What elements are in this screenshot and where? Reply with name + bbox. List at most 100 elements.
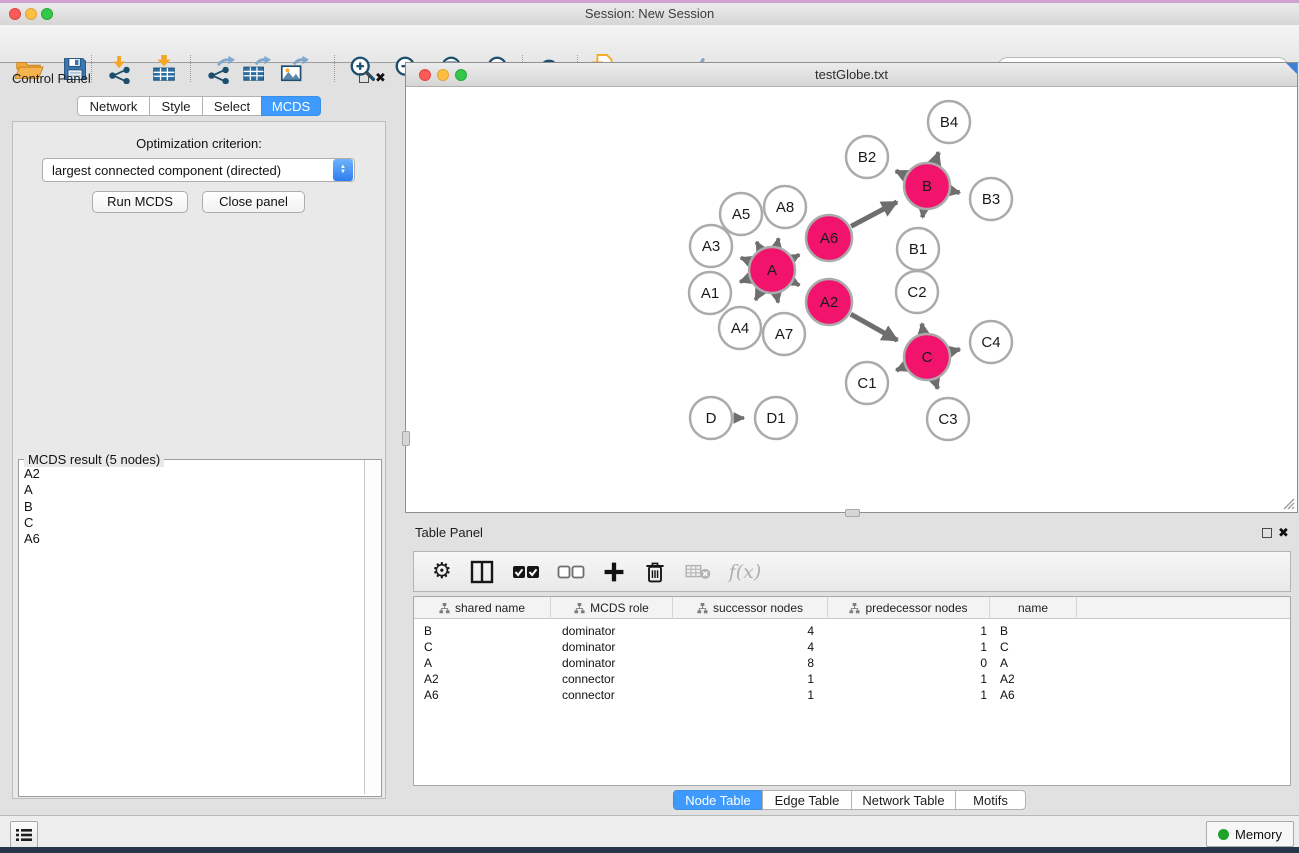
network-close-traffic-light[interactable] (419, 69, 431, 81)
control-panel-close-icon[interactable]: ✖ (375, 72, 386, 84)
network-zoom-traffic-light[interactable] (455, 69, 467, 81)
network-window-titlebar[interactable]: testGlobe.txt (406, 63, 1297, 87)
graph-edge-A-A7[interactable] (777, 295, 778, 303)
graph-edge-A-A1[interactable] (740, 279, 749, 282)
table-panel-close-icon[interactable]: ✖ (1278, 527, 1289, 539)
graph-node-label-A6: A6 (820, 230, 838, 247)
vertical-splitter-handle[interactable] (845, 509, 860, 517)
export-table-button[interactable] (239, 52, 273, 86)
graph-edge-A2-C[interactable] (851, 314, 898, 340)
deselect-all-icon[interactable] (557, 564, 585, 580)
export-network-icon (205, 54, 235, 84)
tab-style[interactable]: Style (149, 96, 203, 116)
table-cell: 4 (714, 639, 814, 655)
export-image-button[interactable] (277, 52, 311, 86)
result-item[interactable]: A (19, 482, 363, 498)
column-header-filler (1077, 597, 1290, 619)
graph-edge-A-A6[interactable] (794, 255, 800, 258)
graph-edge-A-A5[interactable] (756, 242, 759, 248)
tab-network-table[interactable]: Network Table (851, 790, 956, 810)
table-cell: C (1000, 639, 1009, 655)
window-title: Session: New Session (0, 3, 1299, 25)
close-traffic-light[interactable] (9, 8, 21, 20)
import-table-button[interactable] (147, 52, 181, 86)
graph-edge-C-C4[interactable] (951, 349, 960, 351)
table-cell: A (424, 655, 432, 671)
zoom-traffic-light[interactable] (41, 8, 53, 20)
column-header[interactable]: shared name (414, 597, 551, 619)
horizontal-splitter-handle[interactable] (402, 431, 410, 446)
mcds-result-list[interactable]: A2ABCA6 (19, 466, 363, 547)
graph-edge-B-B2[interactable] (896, 171, 905, 175)
tab-motifs[interactable]: Motifs (955, 790, 1026, 810)
table-cell: A6 (1000, 687, 1015, 703)
graph-node-label-B: B (922, 178, 932, 195)
column-header[interactable]: successor nodes (673, 597, 828, 619)
graph-edge-A-A4[interactable] (755, 292, 759, 300)
table-row[interactable]: A2connector11A2 (414, 671, 1290, 687)
run-mcds-button[interactable]: Run MCDS (92, 191, 188, 213)
table-cell: A2 (424, 671, 439, 687)
graph-edge-A-A2[interactable] (794, 282, 800, 285)
column-header[interactable]: predecessor nodes (828, 597, 990, 619)
graph-edge-A-A8[interactable] (777, 238, 778, 245)
tab-network[interactable]: Network (77, 96, 150, 116)
minimize-traffic-light[interactable] (25, 8, 37, 20)
export-network-button[interactable] (203, 52, 237, 86)
network-canvas[interactable]: B4B2BB3A5A8A6B1A3AA1C2A2A4A7C4CC1C3DD1 (406, 87, 1297, 512)
table-cell: 1 (867, 671, 987, 687)
graph-node-label-A5: A5 (732, 206, 750, 223)
memory-button[interactable]: Memory (1206, 821, 1294, 847)
column-header[interactable]: MCDS role (551, 597, 673, 619)
window-resize-grip[interactable] (1281, 496, 1295, 510)
select-all-icon[interactable] (512, 564, 540, 580)
result-scrollbar[interactable] (364, 460, 380, 794)
graph-node-label-A8: A8 (776, 199, 794, 216)
attribute-tree-icon (574, 603, 585, 614)
result-item[interactable]: B (19, 499, 363, 515)
attribute-tree-icon (697, 603, 708, 614)
table-row[interactable]: Bdominator41B (414, 623, 1290, 639)
table-panel-title: Table Panel (415, 525, 483, 540)
tab-edge-table[interactable]: Edge Table (762, 790, 852, 810)
delete-column-icon[interactable] (643, 559, 667, 585)
table-panel-float-icon[interactable] (1262, 528, 1272, 538)
graph-edge-C-C2[interactable] (922, 324, 923, 333)
result-item[interactable]: A2 (19, 466, 363, 482)
mcds-result-title: MCDS result (5 nodes) (24, 452, 164, 467)
graph-edge-A-A3[interactable] (741, 258, 749, 261)
table-row[interactable]: Adominator80A (414, 655, 1290, 671)
table-settings-icon[interactable]: ⚙ (432, 561, 452, 583)
table-cell: 1 (867, 639, 987, 655)
graph-edge-B-B3[interactable] (951, 191, 959, 193)
result-item[interactable]: A6 (19, 531, 363, 547)
optimization-criterion-label: Optimization criterion: (12, 136, 386, 151)
control-panel-tabs: Network Style Select MCDS (77, 96, 321, 116)
graph-edge-A6-B[interactable] (851, 202, 897, 226)
toolbar-separator (91, 55, 92, 82)
list-icon (16, 828, 32, 842)
node-table[interactable]: shared nameMCDS rolesuccessor nodesprede… (413, 596, 1291, 786)
panel-columns-icon[interactable] (469, 559, 495, 585)
add-column-icon[interactable] (602, 560, 626, 584)
network-minimize-traffic-light[interactable] (437, 69, 449, 81)
column-header[interactable]: name (990, 597, 1077, 619)
graph-edge-C-C1[interactable] (896, 367, 904, 370)
graph-edge-C-C3[interactable] (935, 381, 938, 389)
control-panel-float-icon[interactable] (359, 73, 369, 83)
graph-edge-B-B1[interactable] (923, 211, 924, 218)
task-history-button[interactable] (10, 821, 38, 848)
table-row[interactable]: A6connector11A6 (414, 687, 1290, 703)
tab-select[interactable]: Select (202, 96, 262, 116)
optimization-criterion-select[interactable]: largest connected component (directed) ▲… (42, 158, 355, 182)
table-row[interactable]: Cdominator41C (414, 639, 1290, 655)
delete-table-icon[interactable] (684, 562, 712, 582)
result-item[interactable]: C (19, 515, 363, 531)
import-network-button[interactable] (103, 52, 137, 86)
graph-edge-B-B4[interactable] (935, 152, 938, 162)
tab-mcds[interactable]: MCDS (261, 96, 321, 116)
tab-node-table[interactable]: Node Table (673, 790, 763, 810)
graph-node-label-C3: C3 (938, 411, 957, 428)
close-panel-button[interactable]: Close panel (202, 191, 305, 213)
network-window-title: testGlobe.txt (406, 63, 1297, 86)
